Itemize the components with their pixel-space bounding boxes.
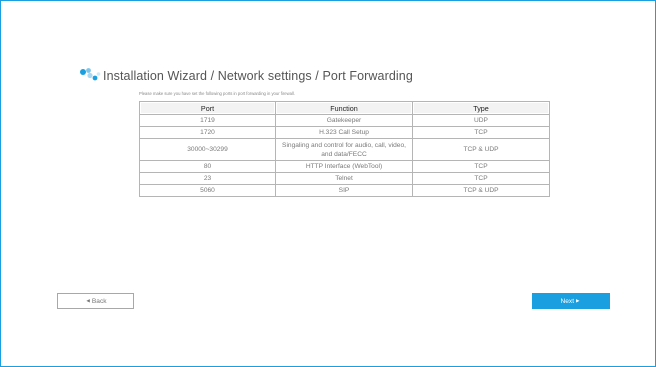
port-cell: 23 xyxy=(139,172,276,185)
type-cell: TCP & UDP xyxy=(412,184,550,197)
back-button-label: Back xyxy=(91,297,107,305)
function-cell: SIP xyxy=(275,184,413,197)
type-cell: UDP xyxy=(412,114,550,127)
column-header-function: Function xyxy=(275,101,413,115)
type-cell: TCP & UDP xyxy=(412,138,550,161)
port-cell: 1719 xyxy=(139,114,276,127)
dots-logo-icon xyxy=(80,68,101,81)
table-header-row: Port Function Type xyxy=(139,101,550,115)
type-cell: TCP xyxy=(412,126,550,139)
page-title: Installation Wizard / Network settings /… xyxy=(103,69,413,83)
function-cell: Singaling and control for audio, call, v… xyxy=(275,138,413,161)
column-header-port: Port xyxy=(139,101,276,115)
right-triangle-icon: ▶ xyxy=(576,298,580,303)
next-button[interactable]: Next ▶ xyxy=(532,293,610,309)
table-row: 80 HTTP Interface (WebTool) TCP xyxy=(139,160,550,173)
function-cell: Telnet xyxy=(275,172,413,185)
wizard-frame: Installation Wizard / Network settings /… xyxy=(0,0,656,367)
table-row: 5060 SIP TCP & UDP xyxy=(139,184,550,197)
table-row: 1720 H.323 Call Setup TCP xyxy=(139,126,550,139)
port-cell: 5060 xyxy=(139,184,276,197)
back-button[interactable]: ◀ Back xyxy=(57,293,134,309)
table-row: 23 Telnet TCP xyxy=(139,172,550,185)
port-forwarding-table: Port Function Type 1719 Gatekeeper UDP 1… xyxy=(139,101,550,197)
function-cell: Gatekeeper xyxy=(275,114,413,127)
page-header: Installation Wizard / Network settings /… xyxy=(79,67,413,85)
instruction-note: Please make sure you have set the follow… xyxy=(139,91,295,96)
port-cell: 30000~30299 xyxy=(139,138,276,161)
table-row: 30000~30299 Singaling and control for au… xyxy=(139,138,550,161)
next-button-label: Next xyxy=(560,297,575,305)
left-triangle-icon: ◀ xyxy=(86,298,90,303)
type-cell: TCP xyxy=(412,172,550,185)
column-header-type: Type xyxy=(412,101,550,115)
port-cell: 1720 xyxy=(139,126,276,139)
type-cell: TCP xyxy=(412,160,550,173)
port-cell: 80 xyxy=(139,160,276,173)
function-cell: HTTP Interface (WebTool) xyxy=(275,160,413,173)
function-cell: H.323 Call Setup xyxy=(275,126,413,139)
table-row: 1719 Gatekeeper UDP xyxy=(139,114,550,127)
